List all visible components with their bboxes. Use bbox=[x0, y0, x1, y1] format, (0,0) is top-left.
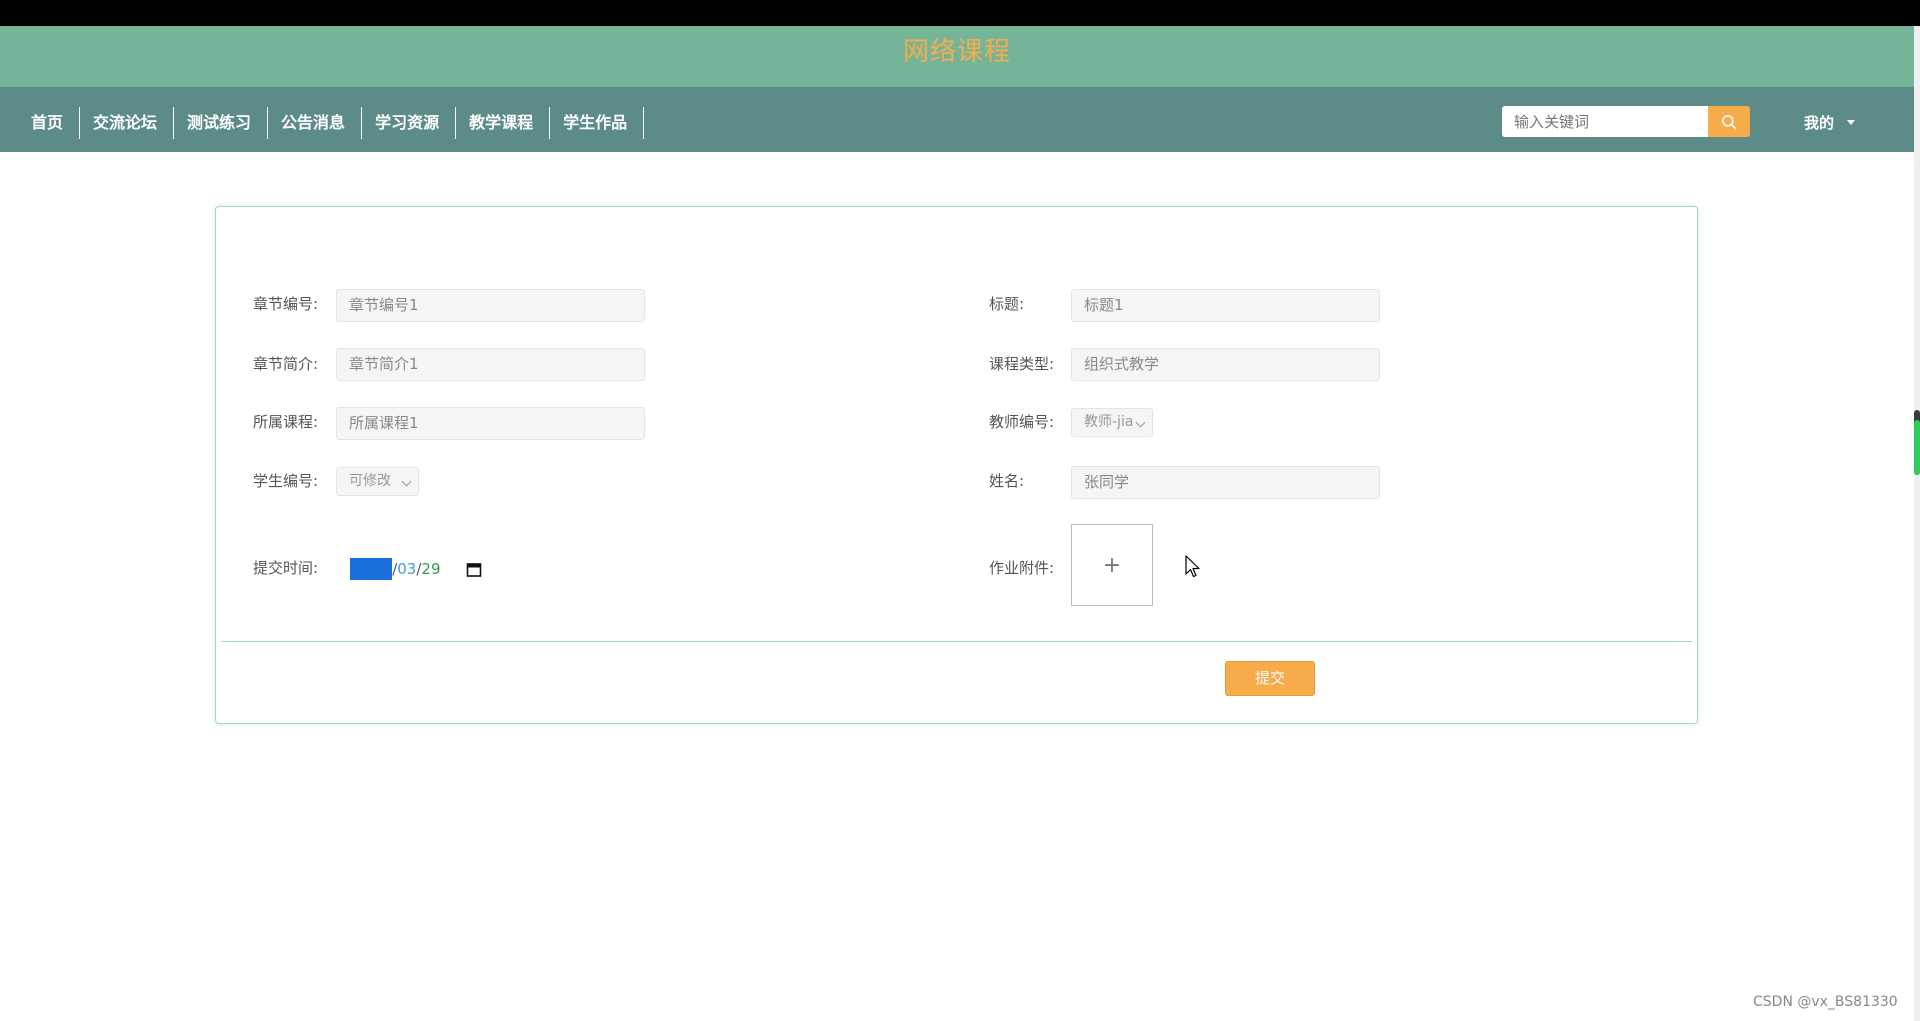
course-type-field[interactable]: 组织式教学 bbox=[1071, 348, 1380, 381]
nav-list: 首页 交流论坛 测试练习 公告消息 学习资源 教学课程 学生作品 bbox=[18, 107, 645, 139]
chevron-down-icon bbox=[401, 476, 412, 487]
window-top-bar bbox=[0, 0, 1920, 26]
student-no-select[interactable]: 可修改 bbox=[336, 467, 419, 496]
chapter-intro-field[interactable]: 章节简介1 bbox=[336, 348, 645, 381]
submit-date-input[interactable]: 2023 / 03 / 29 bbox=[350, 558, 441, 580]
teacher-no-value: 教师-jia bbox=[1084, 414, 1134, 430]
user-menu-label: 我的 bbox=[1804, 113, 1835, 132]
user-menu[interactable]: 我的 bbox=[1804, 110, 1856, 134]
nav-item-courses[interactable]: 教学课程 bbox=[456, 107, 551, 139]
date-year[interactable]: 2023 bbox=[350, 558, 393, 580]
teacher-no-label: 教师编号: bbox=[989, 413, 1055, 431]
nav-item-resources[interactable]: 学习资源 bbox=[362, 107, 457, 139]
calendar-button[interactable] bbox=[462, 558, 486, 580]
calendar-icon bbox=[466, 562, 482, 577]
submit-button[interactable]: 提交 bbox=[1225, 661, 1315, 696]
student-no-value: 可修改 bbox=[349, 473, 391, 489]
student-no-label: 学生编号: bbox=[253, 472, 319, 490]
course-type-label: 课程类型: bbox=[989, 355, 1055, 373]
search-button[interactable] bbox=[1708, 106, 1750, 137]
search-icon bbox=[1722, 114, 1737, 129]
site-title: 网络课程 bbox=[902, 37, 1011, 67]
nav-item-announcements[interactable]: 公告消息 bbox=[268, 107, 363, 139]
name-label: 姓名: bbox=[989, 472, 1025, 490]
attachment-label: 作业附件: bbox=[989, 559, 1055, 577]
chapter-no-label: 章节编号: bbox=[253, 295, 319, 313]
scrollbar-indicator bbox=[1914, 420, 1920, 475]
title-field[interactable]: 标题1 bbox=[1071, 289, 1380, 322]
nav-item-tests[interactable]: 测试练习 bbox=[174, 107, 269, 139]
caret-down-icon bbox=[1847, 119, 1856, 125]
date-month[interactable]: 03 bbox=[397, 558, 416, 580]
nav-item-home[interactable]: 首页 bbox=[18, 107, 81, 139]
chapter-no-field[interactable]: 章节编号1 bbox=[336, 289, 645, 322]
scrollbar-track[interactable] bbox=[1914, 26, 1920, 1021]
plus-icon: + bbox=[1102, 552, 1122, 578]
submit-time-label: 提交时间: bbox=[253, 559, 319, 577]
nav-item-student-works[interactable]: 学生作品 bbox=[550, 107, 645, 139]
mouse-cursor-icon bbox=[1185, 555, 1201, 583]
name-field[interactable]: 张同学 bbox=[1071, 466, 1380, 499]
title-label: 标题: bbox=[989, 295, 1025, 313]
form-divider bbox=[221, 641, 1692, 642]
date-day[interactable]: 29 bbox=[421, 558, 440, 580]
watermark: CSDN @vx_BS81330 bbox=[1753, 994, 1898, 1010]
attachment-upload[interactable]: + bbox=[1071, 524, 1153, 606]
nav-item-forum[interactable]: 交流论坛 bbox=[80, 107, 175, 139]
chevron-down-icon bbox=[1135, 417, 1146, 428]
site-header: 网络课程 bbox=[0, 26, 1914, 87]
search-input[interactable] bbox=[1502, 106, 1708, 137]
teacher-no-select[interactable]: 教师-jia bbox=[1071, 408, 1153, 437]
course-label: 所属课程: bbox=[253, 413, 319, 431]
course-field[interactable]: 所属课程1 bbox=[336, 407, 645, 440]
chapter-intro-label: 章节简介: bbox=[253, 355, 319, 373]
homework-form-card bbox=[215, 206, 1698, 724]
